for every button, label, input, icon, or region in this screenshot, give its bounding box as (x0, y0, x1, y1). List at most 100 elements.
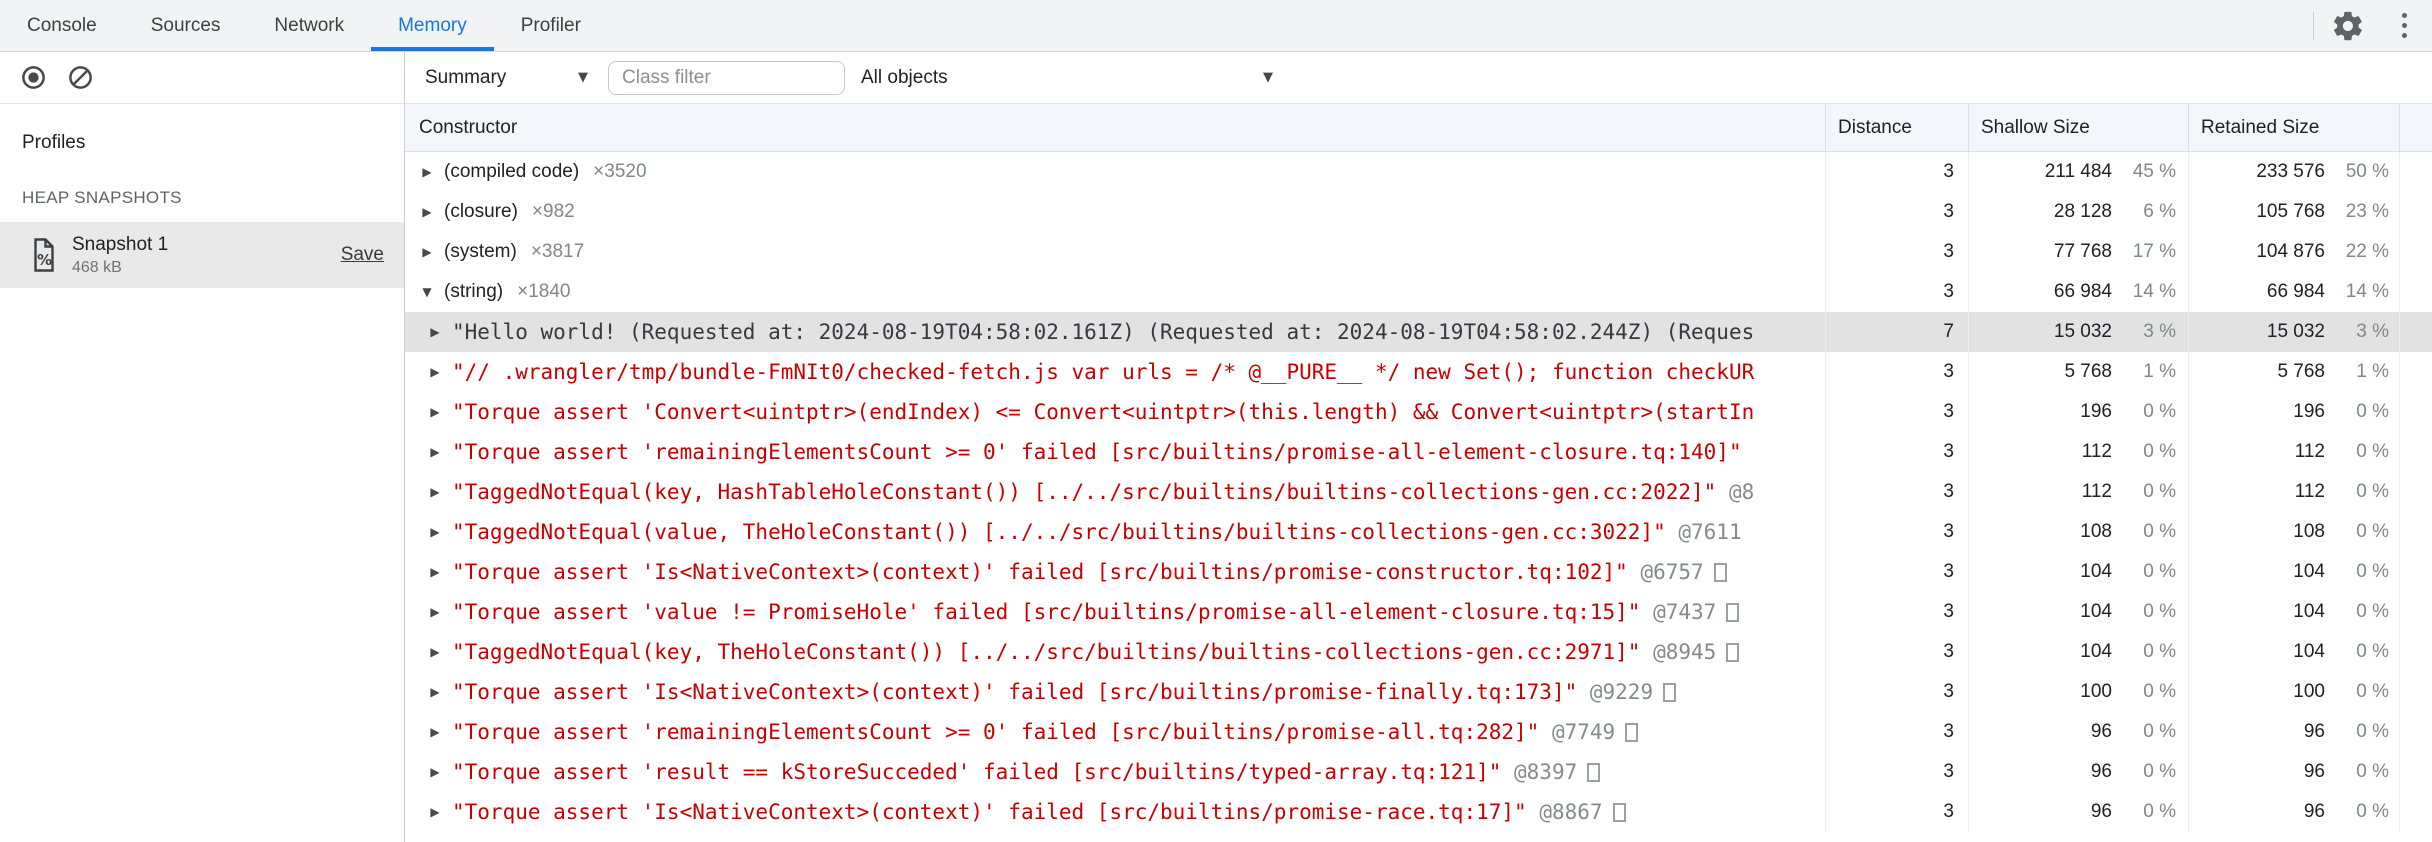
sidebar-item-snapshot-1[interactable]: % Snapshot 1 468 kB Save (0, 222, 404, 288)
string-value: "Torque assert 'value != PromiseHole' fa… (452, 600, 1641, 624)
table-row[interactable]: ▼ (string) ×1840 3 66 984 14 % 66 984 14 % (405, 272, 2432, 312)
clear-profiles-button[interactable] (67, 64, 94, 91)
triangle-collapsed-icon[interactable]: ▶ (419, 245, 435, 259)
shallow-size-value: 112 (2081, 441, 2112, 462)
shallow-size-percent: 0 % (2143, 521, 2176, 542)
table-row[interactable]: ▶ "TaggedNotEqual(key, TheHoleConstant())… (405, 632, 2432, 672)
shallow-size-cell: 112 0 % (1968, 472, 2188, 512)
distance-cell: 3 (1825, 712, 1968, 752)
string-value: "TaggedNotEqual(value, TheHoleConstant()… (452, 520, 1666, 544)
perspective-select[interactable]: Summary ▼ (425, 67, 588, 89)
more-menu-button[interactable] (2376, 0, 2432, 51)
row-gutter (2400, 552, 2432, 592)
missing-glyph-box (1726, 642, 1740, 662)
shallow-size-cell: 28 128 6 % (1968, 192, 2188, 232)
triangle-collapsed-icon[interactable]: ▶ (427, 805, 443, 819)
tab-network[interactable]: Network (247, 0, 371, 51)
string-value: "Torque assert 'Convert<uintptr>(endInde… (452, 400, 1755, 424)
sidebar-toolbar (0, 52, 404, 104)
table-row[interactable]: ▶ "// .wrangler/tmp/bundle-FmNIt0/checked… (405, 352, 2432, 392)
constructor-cell: ▼ (string) ×1840 (405, 272, 1825, 312)
column-header-distance[interactable]: Distance (1825, 104, 1968, 151)
table-row[interactable]: ▶ "Torque assert 'remainingElementsCount … (405, 712, 2432, 752)
triangle-collapsed-icon[interactable]: ▶ (427, 525, 443, 539)
shallow-size-value: 108 (2080, 521, 2112, 542)
column-header-shallow-size[interactable]: Shallow Size (1968, 104, 2188, 151)
retained-size-value: 100 (2293, 681, 2325, 702)
retained-size-cell: 66 984 14 % (2188, 272, 2400, 312)
object-id: @8397 (1501, 760, 1578, 784)
retained-size-value: 112 (2294, 481, 2325, 502)
table-row[interactable]: ▶ "Torque assert 'Is<NativeContext>(conte… (405, 672, 2432, 712)
column-header-constructor[interactable]: Constructor (405, 104, 1825, 151)
table-row[interactable]: ▶ "Torque assert 'value != PromiseHole' f… (405, 592, 2432, 632)
retained-size-cell: 104 876 22 % (2188, 232, 2400, 272)
perspective-selected-value: Summary (425, 66, 507, 88)
distance-cell: 3 (1825, 152, 1968, 192)
triangle-collapsed-icon[interactable]: ▶ (427, 685, 443, 699)
grid-body: ▶ (compiled code) ×3520 3 211 484 45 % 233 576… (405, 152, 2432, 842)
constructor-cell: ▶ "Torque assert 'result == kStoreSuccede… (405, 752, 1825, 792)
row-gutter (2400, 472, 2432, 512)
triangle-collapsed-icon[interactable]: ▶ (427, 565, 443, 579)
table-row[interactable]: ▶ (system) ×3817 3 77 768 17 % 104 876 22 % (405, 232, 2432, 272)
shallow-size-value: 112 (2081, 481, 2112, 502)
retained-size-percent: 14 % (2345, 281, 2389, 302)
triangle-collapsed-icon[interactable]: ▶ (427, 365, 443, 379)
table-row[interactable]: ▶ "Torque assert 'Convert<uintptr>(endInd… (405, 392, 2432, 432)
constructor-cell: ▶ "Torque assert 'Is<NativeContext>(conte… (405, 792, 1825, 832)
retained-size-cell: 104 0 % (2188, 632, 2400, 672)
retained-size-cell: 108 0 % (2188, 512, 2400, 552)
object-filter-select[interactable]: All objects ▼ (861, 67, 1273, 89)
row-gutter (2400, 272, 2432, 312)
retained-size-cell: 5 768 1 % (2188, 352, 2400, 392)
shallow-size-cell: 104 0 % (1968, 632, 2188, 672)
retained-size-percent: 1 % (2356, 361, 2389, 382)
table-row[interactable]: ▶ "Torque assert 'remainingElementsCount … (405, 432, 2432, 472)
record-heap-snapshot-button[interactable] (20, 64, 47, 91)
table-row[interactable]: ▶ "Hello world! (Requested at: 2024-08-19… (405, 312, 2432, 352)
triangle-collapsed-icon[interactable]: ▶ (419, 165, 435, 179)
triangle-collapsed-icon[interactable]: ▶ (427, 445, 443, 459)
retained-size-value: 104 (2293, 641, 2325, 662)
table-row[interactable]: ▶ "TaggedNotEqual(key, HashTableHoleConst… (405, 472, 2432, 512)
save-snapshot-link[interactable]: Save (341, 244, 384, 266)
triangle-collapsed-icon[interactable]: ▶ (427, 325, 443, 339)
triangle-collapsed-icon[interactable]: ▶ (427, 605, 443, 619)
column-header-retained-size[interactable]: Retained Size (2188, 104, 2400, 151)
triangle-collapsed-icon[interactable]: ▶ (427, 645, 443, 659)
shallow-size-percent: 0 % (2143, 561, 2176, 582)
svg-text:%: % (37, 251, 52, 269)
triangle-collapsed-icon[interactable]: ▶ (427, 485, 443, 499)
missing-glyph-box (1587, 762, 1601, 782)
table-row[interactable]: ▶ "Torque assert 'Is<NativeContext>(conte… (405, 552, 2432, 592)
class-filter-input[interactable] (608, 60, 845, 95)
constructor-cell: ▶ (closure) ×982 (405, 192, 1825, 232)
constructor-cell: ▶ "Torque assert 'remainingElementsCount … (405, 712, 1825, 752)
table-row[interactable]: ▶ "TaggedNotEqual(value, TheHoleConstant(… (405, 512, 2432, 552)
shallow-size-value: 77 768 (2053, 241, 2112, 262)
triangle-collapsed-icon[interactable]: ▶ (427, 405, 443, 419)
shallow-size-percent: 1 % (2143, 361, 2176, 382)
settings-button[interactable] (2320, 0, 2376, 51)
table-row[interactable]: ▶ (compiled code) ×3520 3 211 484 45 % 233 576… (405, 152, 2432, 192)
table-row[interactable]: ▶ "Torque assert 'result == kStoreSuccede… (405, 752, 2432, 792)
retained-size-percent: 0 % (2356, 521, 2389, 542)
instance-count: ×3817 (530, 241, 585, 262)
row-gutter (2400, 632, 2432, 672)
tab-memory[interactable]: Memory (371, 0, 494, 51)
heap-snapshots-section-title: HEAP SNAPSHOTS (22, 188, 182, 207)
tab-console[interactable]: Console (0, 0, 124, 51)
tab-sources[interactable]: Sources (124, 0, 248, 51)
triangle-collapsed-icon[interactable]: ▶ (427, 765, 443, 779)
triangle-expanded-icon[interactable]: ▼ (419, 285, 435, 299)
triangle-collapsed-icon[interactable]: ▶ (419, 205, 435, 219)
table-row[interactable]: ▶ (closure) ×982 3 28 128 6 % 105 768 23 % (405, 192, 2432, 232)
tab-profiler[interactable]: Profiler (494, 0, 608, 51)
table-row[interactable]: ▶ "Torque assert 'Is<NativeContext>(conte… (405, 792, 2432, 832)
clear-icon (69, 66, 92, 89)
triangle-collapsed-icon[interactable]: ▶ (427, 725, 443, 739)
retained-size-value: 96 (2303, 761, 2325, 782)
shallow-size-percent: 0 % (2143, 641, 2176, 662)
object-id: @8945 (1640, 640, 1717, 664)
